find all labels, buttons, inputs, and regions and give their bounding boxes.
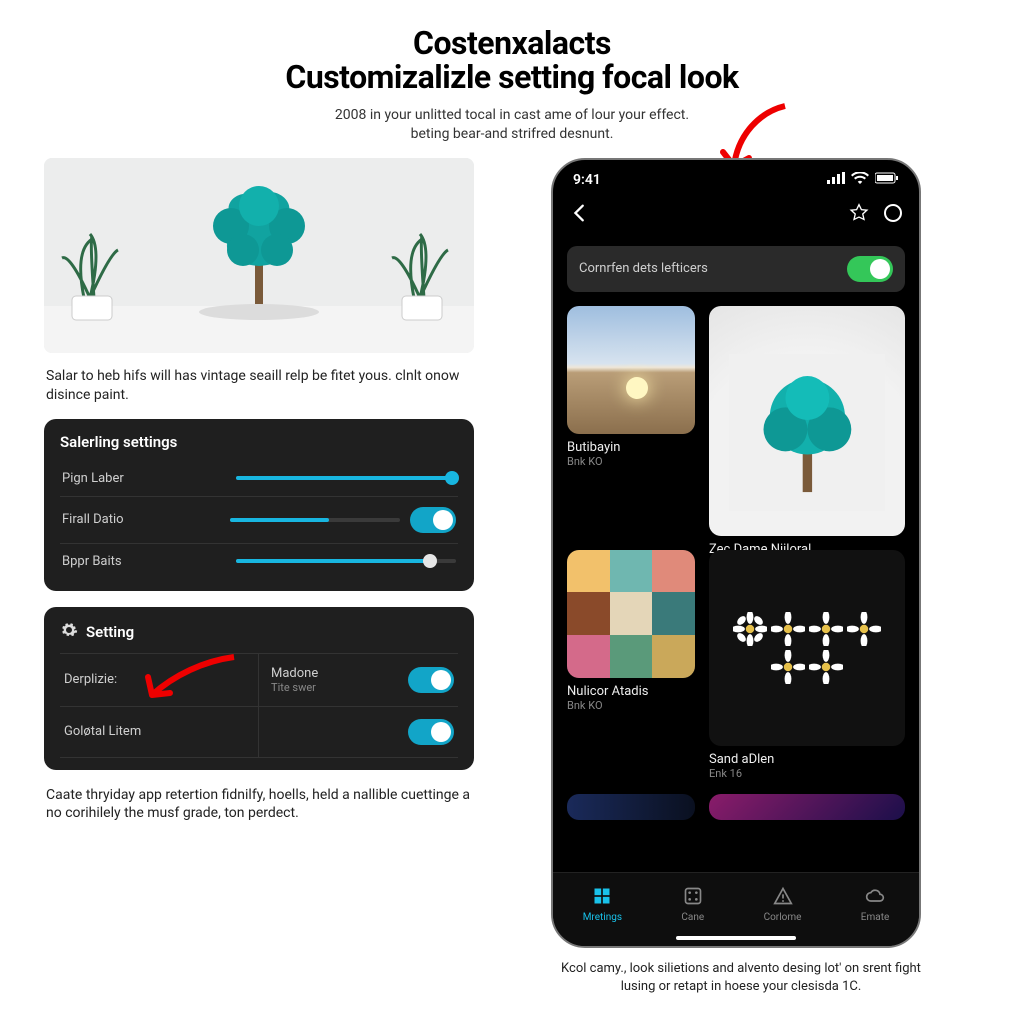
title-line-2: Customizalizle setting focal look	[44, 58, 980, 96]
card-0-sub: Bnk KO	[567, 455, 695, 468]
tab-2-label: Corlome	[764, 912, 802, 923]
subtitle-line-1: 2008 in your unlitted tocal in cast ame …	[335, 107, 689, 123]
slider-1-toggle[interactable]	[410, 507, 456, 533]
card-5-thumb	[709, 794, 905, 820]
tab-bar: Mretings Cane Corlome Emate	[553, 872, 919, 946]
tab-0-label: Mretings	[583, 912, 622, 923]
nav-row	[553, 194, 919, 238]
sliders-panel-title: Salerling settings	[60, 433, 177, 451]
card-3[interactable]: Sand aDlen Enk 16	[709, 550, 905, 780]
hero-image	[44, 158, 474, 353]
setting-cell-1-toggle[interactable]	[408, 667, 454, 693]
right-footnote: Kcol camy., look silietions and alvento …	[551, 960, 931, 996]
slider-label-0: Pign Laber	[62, 471, 124, 486]
card-4-thumb	[567, 794, 695, 820]
setting-panel: Setting Derplizie: Madone Tite swer	[44, 607, 474, 770]
sliders-panel: Salerling settings Pign Laber Firall Dat…	[44, 419, 474, 591]
setting-panel-title: Setting	[86, 623, 134, 641]
status-time: 9:41	[573, 172, 601, 188]
signal-icon	[827, 172, 845, 188]
card-1-thumb	[709, 306, 905, 536]
card-2-title: Nulicor Atadis	[567, 684, 695, 699]
tab-1[interactable]: Cane	[681, 886, 704, 923]
tab-1-label: Cane	[681, 912, 704, 923]
subtitle-line-2: beting bear-and strifred desnunt.	[411, 126, 614, 142]
tab-2[interactable]: Corlome	[764, 886, 802, 923]
phone-mock: 9:41 Cornrfen dets lefticers	[551, 158, 921, 948]
setting-cell-1: Madone Tite swer	[259, 654, 458, 707]
dice-icon	[683, 886, 703, 909]
grid-icon	[592, 886, 612, 909]
setting-cell-0-label: Derplizie:	[64, 672, 117, 687]
card-4[interactable]	[567, 794, 695, 820]
card-1[interactable]: Zec Dame Niiloral Enk 16	[709, 306, 905, 536]
tab-3-label: Emate	[861, 912, 889, 923]
card-5[interactable]	[709, 794, 905, 820]
setting-cell-1-sub: Tite swer	[271, 681, 318, 694]
phone-toggle[interactable]	[847, 256, 893, 282]
setting-cell-2[interactable]: Goløtal Litem	[60, 707, 259, 758]
star-icon[interactable]	[849, 203, 869, 227]
slider-row-1: Firall Datio	[60, 496, 458, 543]
subtitle: 2008 in your unlitted tocal in cast ame …	[44, 106, 980, 144]
slider-1[interactable]	[230, 518, 400, 522]
wifi-icon	[851, 172, 869, 188]
slider-label-1: Firall Datio	[62, 512, 124, 527]
page-header: Costenxalacts Customizalizle setting foc…	[44, 24, 980, 144]
cloud-icon	[865, 886, 885, 909]
gallery-grid: Butibayin Bnk KO Zec Dame Niiloral Enk 1…	[553, 300, 919, 758]
card-2-sub: Bnk KO	[567, 699, 695, 712]
card-0-thumb	[567, 306, 695, 434]
card-3-title: Sand aDlen	[709, 752, 905, 767]
card-2[interactable]: Nulicor Atadis Bnk KO	[567, 550, 695, 780]
tab-0[interactable]: Mretings	[583, 886, 622, 923]
phone-toggle-label: Cornrfen dets lefticers	[579, 261, 708, 276]
slider-0[interactable]	[236, 476, 456, 480]
title-line-1: Costenxalacts	[44, 24, 980, 62]
left-footnote: Caate thryiday app retertion fidnilfy, h…	[46, 786, 472, 824]
phone-toggle-row: Cornrfen dets lefticers	[567, 246, 905, 292]
circle-icon[interactable]	[883, 203, 903, 227]
slider-row-0: Pign Laber	[60, 461, 458, 496]
card-0[interactable]: Butibayin Bnk KO	[567, 306, 695, 536]
slider-row-2: Bppr Baits	[60, 543, 458, 579]
back-icon[interactable]	[569, 202, 591, 228]
card-3-sub: Enk 16	[709, 767, 905, 780]
tab-3[interactable]: Emate	[861, 886, 889, 923]
setting-cell-2-label: Goløtal Litem	[64, 724, 141, 739]
card-3-thumb	[709, 550, 905, 746]
card-2-thumb	[567, 550, 695, 678]
hero-caption: Salar to heb hifs will has vintage seail…	[46, 367, 472, 405]
battery-icon	[875, 172, 899, 188]
slider-label-2: Bppr Baits	[62, 554, 122, 569]
status-bar: 9:41	[553, 160, 919, 194]
setting-cell-3	[259, 707, 458, 758]
setting-cell-0[interactable]: Derplizie:	[60, 654, 259, 707]
setting-cell-1-label: Madone	[271, 666, 318, 681]
warn-icon	[773, 886, 793, 909]
setting-cell-3-toggle[interactable]	[408, 719, 454, 745]
gear-icon	[60, 621, 78, 643]
card-0-title: Butibayin	[567, 440, 695, 455]
home-indicator	[676, 936, 796, 940]
slider-2[interactable]	[236, 559, 456, 563]
